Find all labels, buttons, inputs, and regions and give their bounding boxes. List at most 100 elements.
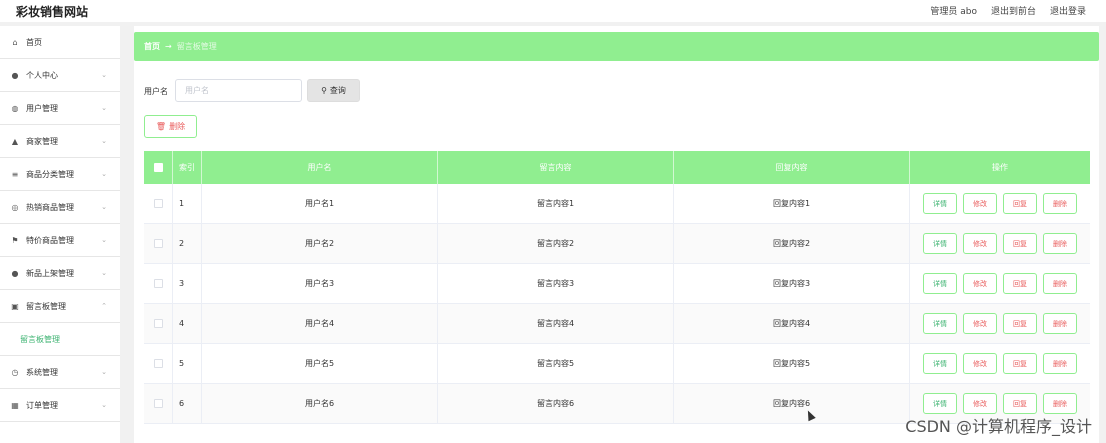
search-button-label: 查询 (329, 86, 346, 95)
delete-button[interactable]: 删除 (1043, 313, 1077, 334)
row-checkbox-cell (144, 384, 173, 423)
header-message[interactable]: 留言内容 (438, 151, 674, 184)
sidebar-item-home[interactable]: ⌂ 首页 (0, 26, 120, 59)
search-button[interactable]: ⚲ 查询 (307, 79, 360, 102)
table-row: 5 用户名5 留言内容5 回复内容5 详情 修改 回复 删除 (144, 344, 1090, 384)
edit-button[interactable]: 修改 (963, 393, 997, 414)
chevron-down-icon: ⌄ (101, 401, 107, 409)
edit-button[interactable]: 修改 (963, 353, 997, 374)
row-reply: 回复内容5 (674, 344, 910, 383)
watermark: CSDN @计算机程序_设计 (905, 417, 1092, 436)
row-message: 留言内容4 (438, 304, 674, 343)
detail-button[interactable]: 详情 (923, 273, 957, 294)
header-operations: 操作 (992, 163, 1008, 172)
reply-button[interactable]: 回复 (1003, 273, 1037, 294)
table-header: 索引 用户名 留言内容 回复内容 操作 (144, 151, 1090, 184)
select-all-checkbox[interactable] (153, 163, 163, 172)
chevron-down-icon: ⌄ (101, 236, 107, 244)
sidebar-item-label: 订单管理 (26, 400, 58, 410)
flag-icon: ⚑ (11, 235, 19, 245)
trash-icon: 🗑 (155, 122, 167, 131)
row-username: 用户名5 (202, 344, 438, 383)
delete-button[interactable]: 删除 (1043, 273, 1077, 294)
row-reply: 回复内容4 (674, 304, 910, 343)
user-icon: ● (11, 70, 19, 80)
sidebar-item-orders[interactable]: ▦ 订单管理 ⌄ (0, 389, 120, 422)
row-message: 留言内容3 (438, 264, 674, 303)
row-checkbox-cell (144, 184, 173, 223)
delete-button[interactable]: 删除 (1043, 193, 1077, 214)
reply-button[interactable]: 回复 (1003, 233, 1037, 254)
chevron-down-icon: ⌄ (101, 137, 107, 145)
row-checkbox[interactable] (153, 319, 163, 328)
sidebar-item-hot-products[interactable]: ◎ 热销商品管理 ⌄ (0, 191, 120, 224)
row-username: 用户名4 (202, 304, 438, 343)
exit-to-front-link[interactable]: 退出到前台 (991, 4, 1036, 17)
sidebar-item-label: 特价商品管理 (26, 235, 74, 245)
table-row: 2 用户名2 留言内容2 回复内容2 详情 修改 回复 删除 (144, 224, 1090, 264)
reply-button[interactable]: 回复 (1003, 313, 1037, 334)
detail-button[interactable]: 详情 (923, 193, 957, 214)
batch-delete-button[interactable]: 🗑 删除 (144, 115, 197, 138)
detail-button[interactable]: 详情 (923, 233, 957, 254)
sidebar-item-profile[interactable]: ● 个人中心 ⌄ (0, 59, 120, 92)
sidebar-item-label: 留言板管理 (26, 301, 66, 311)
row-checkbox[interactable] (153, 399, 163, 408)
row-checkbox-cell (144, 264, 173, 303)
chevron-down-icon: ⌄ (101, 104, 107, 112)
delete-button[interactable]: 删除 (1043, 353, 1077, 374)
edit-button[interactable]: 修改 (963, 193, 997, 214)
search-input[interactable] (175, 79, 302, 102)
reply-button[interactable]: 回复 (1003, 353, 1037, 374)
row-reply: 回复内容6 (674, 384, 910, 423)
detail-button[interactable]: 详情 (923, 393, 957, 414)
reply-button[interactable]: 回复 (1003, 193, 1037, 214)
admin-label: 管理员 abo (930, 7, 977, 17)
reply-button[interactable]: 回复 (1003, 393, 1037, 414)
detail-button[interactable]: 详情 (923, 353, 957, 374)
breadcrumb-home[interactable]: 首页 (144, 41, 160, 52)
delete-button[interactable]: 删除 (1043, 393, 1077, 414)
sidebar-item-messages[interactable]: ▣ 留言板管理 ⌃ (0, 290, 120, 323)
header-reply[interactable]: 回复内容 (674, 151, 910, 184)
table-body: 1 用户名1 留言内容1 回复内容1 详情 修改 回复 删除 2 用户名2 留言内容2 回复内容2 详情… (144, 184, 1090, 424)
row-checkbox[interactable] (153, 239, 163, 248)
clock-icon: ◷ (11, 367, 19, 377)
delete-button[interactable]: 删除 (1043, 233, 1077, 254)
header-username[interactable]: 用户名 (202, 151, 438, 184)
row-checkbox[interactable] (153, 279, 163, 288)
sidebar-item-users[interactable]: ◍ 用户管理 ⌄ (0, 92, 120, 125)
table-row: 1 用户名1 留言内容1 回复内容1 详情 修改 回复 删除 (144, 184, 1090, 224)
row-index: 6 (173, 384, 202, 423)
row-operations: 详情 修改 回复 删除 (910, 184, 1090, 223)
row-message: 留言内容2 (438, 224, 674, 263)
app-title: 彩妆销售网站 (16, 5, 89, 19)
logout-link[interactable]: 退出登录 (1050, 4, 1086, 17)
table-row: 3 用户名3 留言内容3 回复内容3 详情 修改 回复 删除 (144, 264, 1090, 304)
sidebar-item-label: 新品上架管理 (26, 268, 74, 278)
row-username: 用户名2 (202, 224, 438, 263)
row-checkbox[interactable] (153, 359, 163, 368)
edit-button[interactable]: 修改 (963, 313, 997, 334)
sidebar-item-merchants[interactable]: ▲ 商家管理 ⌄ (0, 125, 120, 158)
edit-button[interactable]: 修改 (963, 273, 997, 294)
detail-button[interactable]: 详情 (923, 313, 957, 334)
main-content: 首页 → 留言板管理 用户名 ⚲ 查询 🗑 删除 索引 用户名 留言内容 回复内… (134, 26, 1099, 443)
sidebar-item-system[interactable]: ◷ 系统管理 ⌄ (0, 356, 120, 389)
row-index: 3 (173, 264, 202, 303)
sidebar-subitem-messages[interactable]: 留言板管理 (0, 323, 120, 356)
chevron-up-icon: ⌃ (101, 302, 107, 310)
edit-button[interactable]: 修改 (963, 233, 997, 254)
sidebar-item-categories[interactable]: ≡ 商品分类管理 ⌄ (0, 158, 120, 191)
header-checkbox-cell (144, 151, 173, 184)
row-operations: 详情 修改 回复 删除 (910, 264, 1090, 303)
row-checkbox-cell (144, 304, 173, 343)
sidebar-item-label: 热销商品管理 (26, 202, 74, 212)
row-checkbox[interactable] (153, 199, 163, 208)
sidebar-item-new-products[interactable]: ● 新品上架管理 ⌄ (0, 257, 120, 290)
sidebar-item-special-products[interactable]: ⚑ 特价商品管理 ⌄ (0, 224, 120, 257)
chevron-down-icon: ⌄ (101, 269, 107, 277)
row-message: 留言内容5 (438, 344, 674, 383)
compass-icon: ◎ (11, 202, 19, 212)
search-icon: ⚲ (321, 86, 327, 95)
